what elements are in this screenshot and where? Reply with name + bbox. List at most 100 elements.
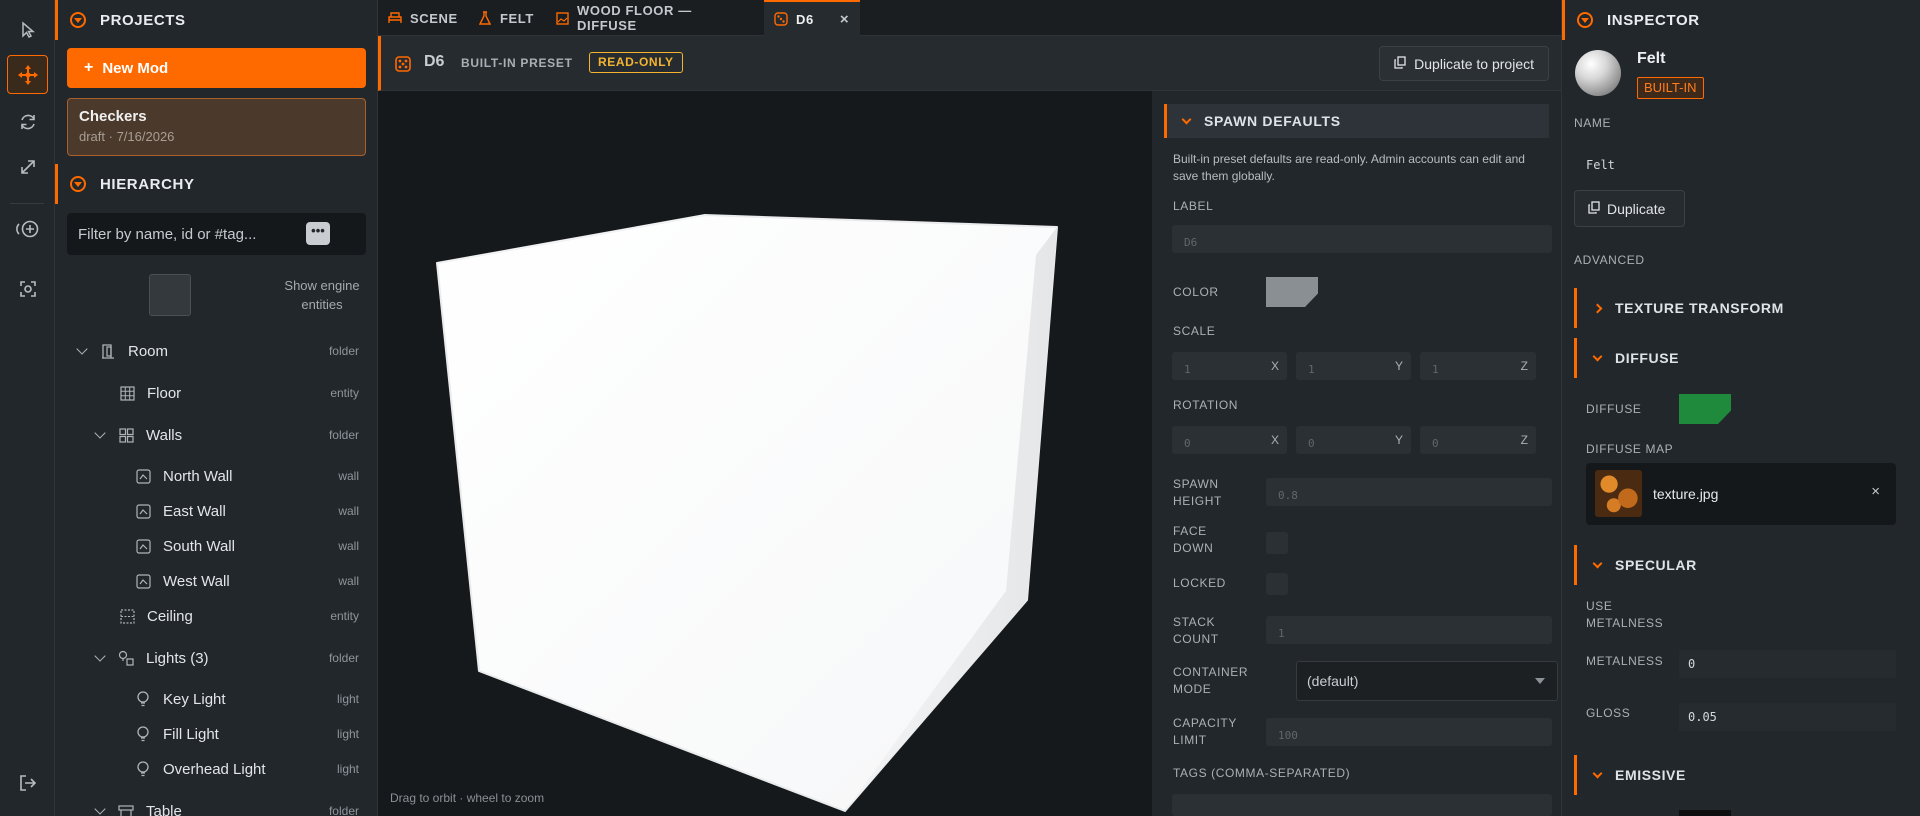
rotation-x-field[interactable]: 0X [1172, 426, 1287, 454]
texture-transform-title: TEXTURE TRANSFORM [1615, 300, 1784, 316]
color-label: COLOR [1173, 285, 1219, 299]
duplicate-label: Duplicate [1607, 200, 1666, 217]
face-down-checkbox[interactable] [1266, 532, 1288, 554]
add-spawn-icon[interactable] [7, 209, 48, 248]
duplicate-to-project-button[interactable]: Duplicate to project [1379, 46, 1549, 81]
material-sphere-preview [1575, 50, 1621, 96]
preset-icon [394, 55, 412, 78]
tree-row-key-light[interactable]: Key Light light [55, 684, 377, 714]
new-mod-button[interactable]: + New Mod [67, 48, 366, 88]
new-mod-label: New Mod [102, 59, 169, 77]
spawn-height-field[interactable]: 0.8 [1266, 478, 1552, 506]
bulb-icon [135, 761, 151, 777]
scale-icon[interactable] [7, 147, 48, 186]
remove-texture-icon[interactable]: × [1871, 483, 1880, 500]
capacity-limit-field[interactable]: 100 [1266, 718, 1552, 746]
color-swatch[interactable] [1266, 277, 1318, 307]
tab-label: WOOD FLOOR — DIFFUSE [577, 3, 692, 33]
tree-type: light [336, 762, 359, 776]
container-mode-select[interactable]: (default) [1296, 661, 1558, 701]
duplicate-button[interactable]: Duplicate [1574, 190, 1685, 227]
focus-icon[interactable] [7, 269, 48, 308]
axis-z: Z [1520, 359, 1528, 373]
tree-label: Ceiling [147, 607, 193, 625]
wall-icon [135, 503, 151, 519]
tree-row-fill-light[interactable]: Fill Light light [55, 719, 377, 749]
tab-label: FELT [500, 10, 534, 26]
emissive-header[interactable]: EMISSIVE [1574, 755, 1908, 795]
tree-row-south-wall[interactable]: South Wall wall [55, 531, 377, 561]
tree-row-walls[interactable]: Walls folder [55, 420, 377, 450]
tree-row-room[interactable]: Room folder [55, 336, 377, 366]
stack-count-field[interactable]: 1 [1266, 616, 1552, 644]
tree-row-west-wall[interactable]: West Wall wall [55, 566, 377, 596]
texture-transform-header[interactable]: TEXTURE TRANSFORM [1574, 288, 1908, 328]
tree-type: folder [328, 804, 359, 816]
tags-label: TAGS (COMMA-SEPARATED) [1173, 766, 1351, 780]
filter-menu-button[interactable]: ••• [306, 222, 330, 245]
engine-entities-toggle[interactable] [149, 274, 191, 316]
tree-row-floor[interactable]: Floor entity [55, 378, 377, 408]
inspector-header[interactable]: INSPECTOR [1562, 0, 1920, 40]
metalness-label: METALNESS [1586, 654, 1664, 668]
texture-filename: texture.jpg [1653, 486, 1719, 502]
label-field[interactable]: D6 [1172, 225, 1552, 253]
spawn-defaults-header[interactable]: SPAWN DEFAULTS [1164, 104, 1549, 138]
tab-close-icon[interactable]: × [840, 11, 849, 28]
tree-row-lights[interactable]: Lights (3) folder [55, 643, 377, 673]
use-metalness-label: USE METALNESS [1586, 599, 1664, 630]
tree-row-north-wall[interactable]: North Wall wall [55, 461, 377, 491]
move-icon[interactable] [7, 55, 48, 94]
tree-row-overhead-light[interactable]: Overhead Light light [55, 754, 377, 784]
locked-checkbox[interactable] [1266, 573, 1288, 595]
diffuse-header[interactable]: DIFFUSE [1574, 338, 1908, 378]
emissive-color-swatch[interactable] [1679, 810, 1731, 816]
project-card[interactable]: Checkers draft · 7/16/2026 [67, 98, 366, 156]
hierarchy-header[interactable]: HIERARCHY [55, 164, 377, 204]
logout-icon[interactable] [7, 763, 48, 802]
gloss-field[interactable]: 0.05 [1679, 703, 1896, 731]
tree-row-ceiling[interactable]: Ceiling entity [55, 601, 377, 631]
scale-x-field[interactable]: 1X [1172, 352, 1287, 380]
tab-scene[interactable]: SCENE [378, 0, 466, 36]
container-mode-label: CONTAINER MODE [1173, 665, 1249, 696]
tree-label: Fill Light [163, 725, 219, 743]
name-field[interactable]: Felt [1574, 150, 1909, 180]
duplicate-label: Duplicate to project [1414, 55, 1534, 72]
preset-kind: BUILT-IN PRESET [461, 56, 573, 70]
diffuse-color-swatch[interactable] [1679, 394, 1731, 424]
select-icon[interactable] [7, 10, 48, 49]
tree-type: folder [328, 428, 359, 442]
dice-icon [774, 12, 788, 26]
specular-title: SPECULAR [1615, 557, 1697, 573]
rotation-z-field[interactable]: 0Z [1420, 426, 1536, 454]
tree-type: light [336, 692, 359, 706]
3d-viewport[interactable]: Drag to orbit · wheel to zoom [378, 91, 1152, 816]
rotation-y: 0 [1308, 437, 1315, 450]
chevron-down-icon[interactable] [76, 342, 88, 355]
scale-y-field[interactable]: 1Y [1296, 352, 1411, 380]
chevron-down-icon[interactable] [94, 649, 106, 662]
tree-label: South Wall [163, 537, 235, 555]
rotate-icon[interactable] [7, 102, 48, 141]
chevron-down-icon [1181, 114, 1192, 124]
viewport-hint: Drag to orbit · wheel to zoom [390, 791, 545, 805]
tree-row-east-wall[interactable]: East Wall wall [55, 496, 377, 526]
hierarchy-filter-input[interactable]: Filter by name, id or #tag... ••• [67, 213, 366, 255]
diffuse-map-slot[interactable]: texture.jpg × [1586, 463, 1896, 525]
metalness-field[interactable]: 0 [1679, 650, 1896, 678]
hierarchy-title: HIERARCHY [100, 175, 195, 193]
tags-field[interactable] [1172, 794, 1552, 816]
tab-d6[interactable]: D6 × [764, 0, 860, 36]
scale-z-field[interactable]: 1Z [1420, 352, 1536, 380]
chevron-down-icon[interactable] [94, 426, 106, 439]
tool-rail [0, 0, 55, 816]
tree-row-table[interactable]: Table folder [55, 796, 377, 816]
tab-wood-floor[interactable]: WOOD FLOOR — DIFFUSE [546, 0, 740, 36]
chevron-down-icon[interactable] [94, 802, 106, 815]
projects-header[interactable]: PROJECTS [55, 0, 377, 40]
specular-header[interactable]: SPECULAR [1574, 545, 1908, 585]
rotation-z: 0 [1432, 437, 1439, 450]
rotation-y-field[interactable]: 0Y [1296, 426, 1411, 454]
tab-felt[interactable]: FELT [468, 0, 542, 36]
